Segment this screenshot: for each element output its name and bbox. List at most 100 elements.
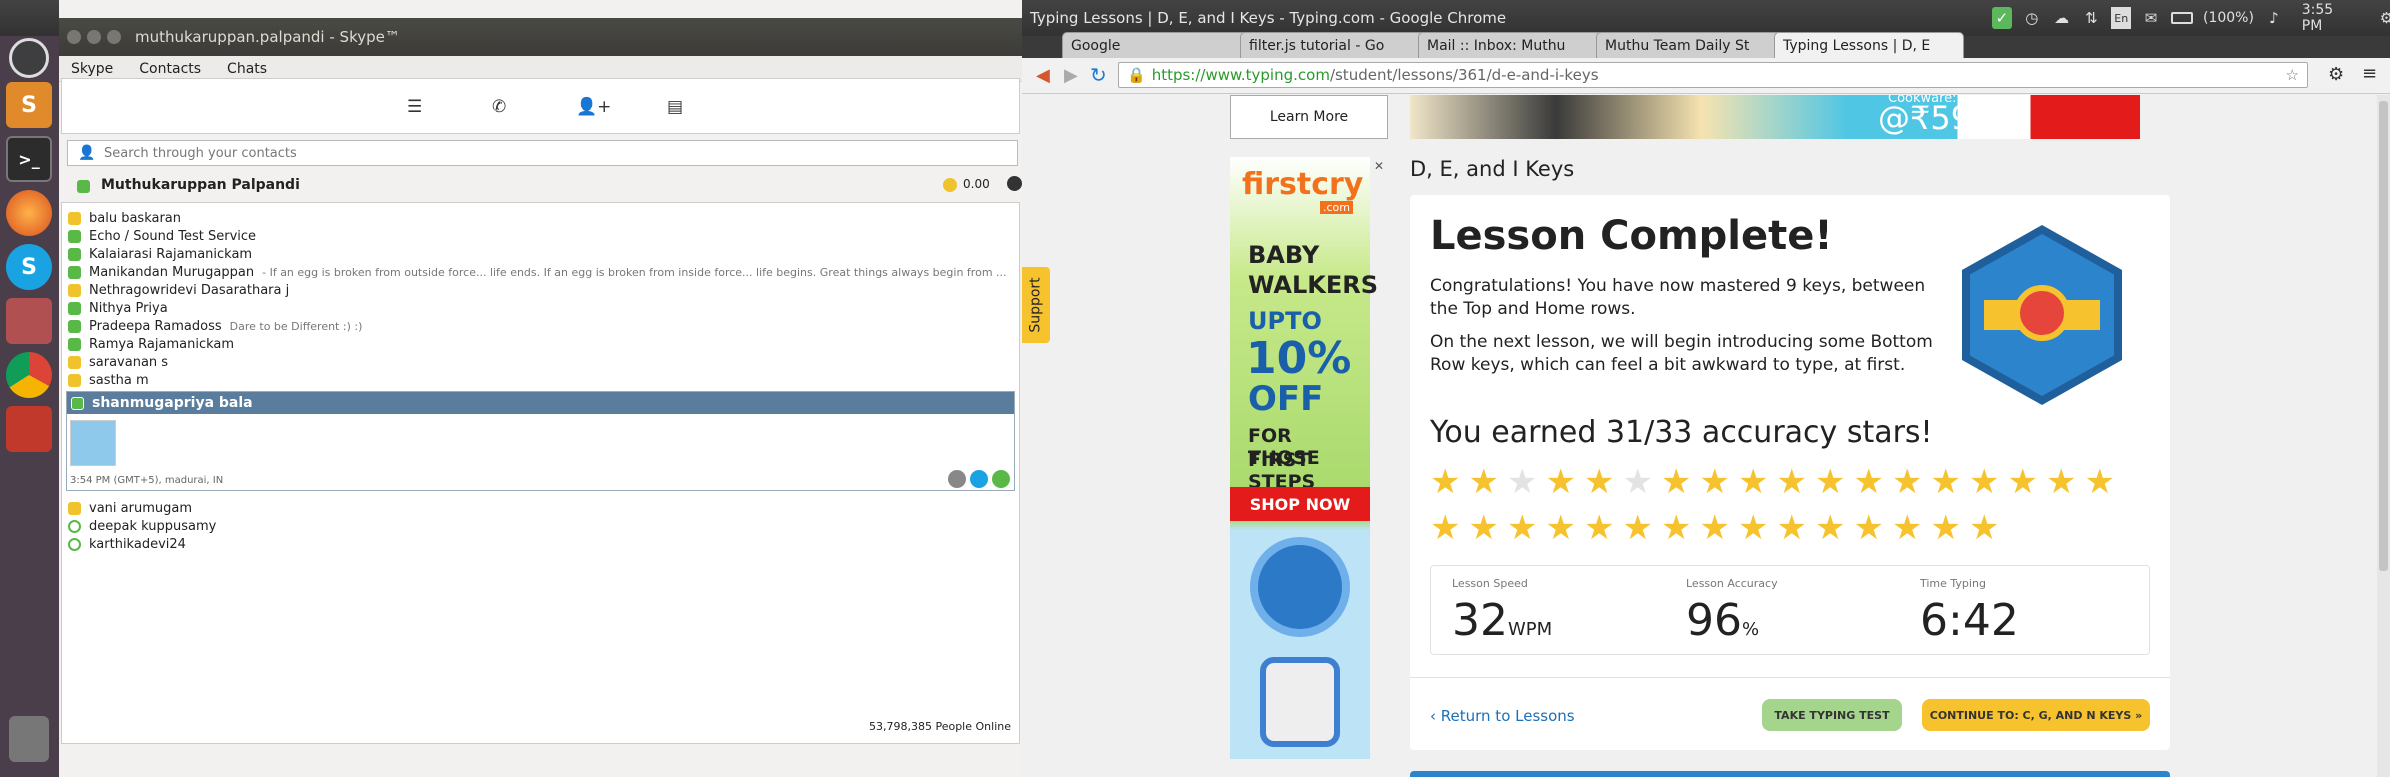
close-button[interactable]: [67, 30, 81, 44]
return-link[interactable]: ‹ Return to Lessons: [1430, 707, 1575, 725]
scrollbar[interactable]: [2377, 95, 2390, 777]
battery-icon[interactable]: [2170, 12, 2193, 24]
tab-filterjs[interactable]: filter.js tutorial - Go: [1240, 32, 1430, 58]
ubuntu-icon[interactable]: [9, 38, 49, 78]
tab-google[interactable]: Google: [1062, 32, 1252, 58]
contact-name: Ramya Rajamanickam: [89, 336, 235, 352]
accuracy-label: Lesson Accuracy: [1686, 577, 1778, 590]
maximize-button[interactable]: [107, 30, 121, 44]
url-input[interactable]: 🔒 https://www.typing.com /student/lesson…: [1118, 62, 2308, 88]
accuracy-number: 96: [1686, 595, 1742, 646]
contact-search-input[interactable]: 👤 Search through your contacts: [67, 140, 1018, 166]
phone-icon[interactable]: ✆: [492, 97, 506, 117]
contact-row[interactable]: Nithya Priya: [68, 299, 168, 317]
contact-row[interactable]: karthikadevi24: [68, 535, 186, 553]
minimize-button[interactable]: [87, 30, 101, 44]
status-icon: [68, 501, 81, 515]
contact-row[interactable]: saravanan s: [68, 353, 168, 371]
contact-name: Nithya Priya: [89, 300, 168, 316]
page-viewport: Learn More Cookware: @₹599 firstcry .com…: [1022, 95, 2377, 777]
accuracy-star: ★: [2046, 462, 2077, 502]
contact-name: Echo / Sound Test Service: [89, 228, 257, 244]
search-placeholder: Search through your contacts: [104, 145, 297, 161]
firstcry-ad[interactable]: firstcry .com BABY WALKERS UPTO 10% OFF …: [1230, 157, 1378, 759]
sublime-icon[interactable]: S: [6, 82, 52, 128]
contact-row[interactable]: vani arumugam: [68, 499, 192, 517]
contact-row[interactable]: Pradeepa Ramadoss Dare to be Different :)…: [68, 317, 362, 335]
back-icon[interactable]: ◀: [1036, 65, 1050, 86]
firstcry-logo: firstcry: [1242, 167, 1364, 202]
window-title: muthukaruppan.palpandi - Skype™: [135, 28, 400, 46]
contacts-icon[interactable]: ▤: [667, 97, 683, 117]
credit-icon[interactable]: [943, 178, 957, 192]
skype-tray-icon[interactable]: ✓: [1992, 7, 2012, 29]
gear-icon[interactable]: ⚙: [2377, 7, 2390, 29]
contact-row[interactable]: Echo / Sound Test Service: [68, 227, 256, 245]
accuracy-star: ★: [1699, 508, 1730, 548]
firefox-icon[interactable]: [6, 190, 52, 236]
cookware-ad-banner[interactable]: Cookware: @₹599: [1410, 95, 2140, 139]
extension-gear-icon[interactable]: ⚙: [2328, 64, 2344, 85]
ad-close-icon[interactable]: ✕: [1374, 159, 1388, 173]
contact-name: karthikadevi24: [89, 536, 186, 552]
continue-button[interactable]: CONTINUE TO: C, G, AND N KEYS »: [1922, 699, 2150, 731]
chrome-icon[interactable]: [6, 352, 52, 398]
my-profile[interactable]: Muthukaruppan Palpandi 0.00: [67, 172, 1022, 198]
add-contact-icon[interactable]: 👤+: [576, 97, 611, 117]
scrollbar-thumb[interactable]: [2379, 101, 2388, 571]
mail-icon[interactable]: ✉: [2141, 7, 2161, 29]
speed-label: Lesson Speed: [1452, 577, 1528, 590]
contact-row[interactable]: sastha m: [68, 371, 149, 389]
clock-text[interactable]: 3:55 PM: [2302, 2, 2353, 34]
contact-name: deepak kuppusamy: [89, 518, 217, 534]
chrome-menu-icon[interactable]: ≡: [2362, 63, 2377, 84]
terminal-icon[interactable]: >_: [6, 136, 52, 182]
chat-icon[interactable]: [970, 470, 988, 488]
list-icon[interactable]: ☰: [407, 97, 422, 117]
reload-icon[interactable]: ↻: [1090, 63, 1107, 87]
menu-contacts[interactable]: Contacts: [139, 61, 201, 77]
tab-label: Muthu Team Daily St: [1605, 37, 1750, 54]
call-icon[interactable]: [992, 470, 1010, 488]
files-icon[interactable]: [6, 298, 52, 344]
volume-icon[interactable]: ♪: [2264, 7, 2284, 29]
tab-typing-lessons[interactable]: Typing Lessons | D, E: [1774, 32, 1964, 58]
selected-contact-header[interactable]: shanmugapriya bala: [67, 392, 1014, 414]
tab-muthu-team[interactable]: Muthu Team Daily St: [1596, 32, 1786, 58]
clock-icon[interactable]: ◷: [2022, 7, 2042, 29]
more-icon[interactable]: [948, 470, 966, 488]
status-icon: [68, 355, 81, 369]
skype-icon[interactable]: S: [6, 244, 52, 290]
contact-row[interactable]: Nethragowridevi Dasarathara j: [68, 281, 289, 299]
shop-now-button[interactable]: SHOP NOW: [1230, 487, 1370, 521]
keyboard-lang-icon[interactable]: En: [2111, 7, 2132, 29]
network-icon[interactable]: ⇅: [2081, 7, 2101, 29]
avatar[interactable]: [70, 420, 116, 466]
status-icon: [68, 229, 81, 243]
menu-chats[interactable]: Chats: [227, 61, 267, 77]
tab-mail[interactable]: Mail :: Inbox: Muthu: [1418, 32, 1608, 58]
cloud-icon[interactable]: ☁: [2052, 7, 2072, 29]
accuracy-star: ★: [1430, 508, 1461, 548]
app-icon[interactable]: [6, 406, 52, 452]
contact-row[interactable]: Manikandan Murugappan - If an egg is brok…: [68, 263, 1007, 281]
contact-row[interactable]: deepak kuppusamy: [68, 517, 216, 535]
credit-value: 0.00: [963, 177, 990, 191]
learn-more-button[interactable]: Learn More: [1230, 95, 1388, 139]
skype-window: muthukaruppan.palpandi - Skype™ Skype Co…: [59, 0, 1022, 777]
accuracy-star: ★: [1545, 462, 1576, 502]
take-typing-test-button[interactable]: TAKE TYPING TEST: [1762, 699, 1902, 731]
lesson-title: Lesson Complete!: [1430, 213, 1833, 259]
status-icon[interactable]: [77, 180, 90, 193]
bookmark-star-icon[interactable]: ☆: [2286, 66, 2299, 84]
contact-row[interactable]: balu baskaran: [68, 209, 181, 227]
trash-icon[interactable]: [9, 716, 49, 762]
forward-icon[interactable]: ▶: [1064, 65, 1078, 86]
contact-row[interactable]: Kalaiarasi Rajamanickam: [68, 245, 252, 263]
selected-contact-card[interactable]: shanmugapriya bala 3:54 PM (GMT+5), madu…: [66, 391, 1015, 491]
support-tab[interactable]: Support: [1022, 267, 1050, 343]
contact-row[interactable]: Ramya Rajamanickam: [68, 335, 234, 353]
accuracy-star: ★: [1853, 508, 1884, 548]
history-icon[interactable]: [1007, 176, 1022, 191]
menu-skype[interactable]: Skype: [71, 61, 113, 77]
